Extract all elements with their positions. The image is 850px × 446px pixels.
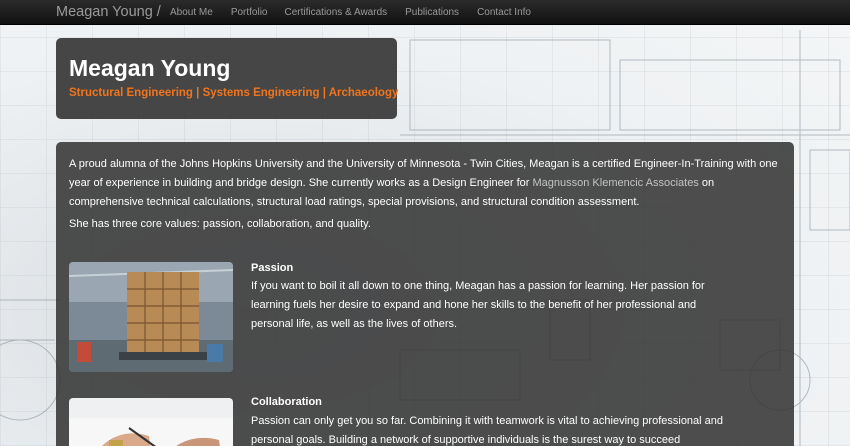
brand-link[interactable]: Meagan Young / — [56, 4, 161, 20]
passion-heading: Passion — [251, 262, 294, 274]
nav-about-me[interactable]: About Me — [170, 7, 213, 18]
nav-portfolio[interactable]: Portfolio — [231, 7, 268, 18]
nav-certifications-awards[interactable]: Certifications & Awards — [285, 7, 388, 18]
intro-paragraph: A proud alumna of the Johns Hopkins Univ… — [69, 155, 785, 212]
page-subtitle: Structural Engineering | Systems Enginee… — [69, 87, 399, 99]
nav-menu: About Me Portfolio Certifications & Awar… — [170, 7, 549, 18]
collaboration-image — [69, 398, 233, 446]
top-navbar: Meagan Young / About Me Portfolio Certif… — [0, 0, 850, 25]
nav-contact-info[interactable]: Contact Info — [477, 7, 531, 18]
employer-link[interactable]: Magnusson Klemencic Associates — [533, 177, 699, 189]
nav-publications[interactable]: Publications — [405, 7, 459, 18]
collaboration-heading: Collaboration — [251, 396, 322, 408]
main-content-card: A proud alumna of the Johns Hopkins Univ… — [56, 142, 794, 446]
page-title: Meagan Young — [69, 55, 231, 81]
hero-card: Meagan Young Structural Engineering | Sy… — [56, 38, 399, 119]
passion-image — [69, 262, 233, 372]
core-values-line: She has three core values: passion, coll… — [69, 218, 371, 230]
passion-text: If you want to boil it all down to one t… — [251, 280, 705, 330]
collaboration-text: Passion can only get you so far. Combini… — [251, 415, 724, 446]
